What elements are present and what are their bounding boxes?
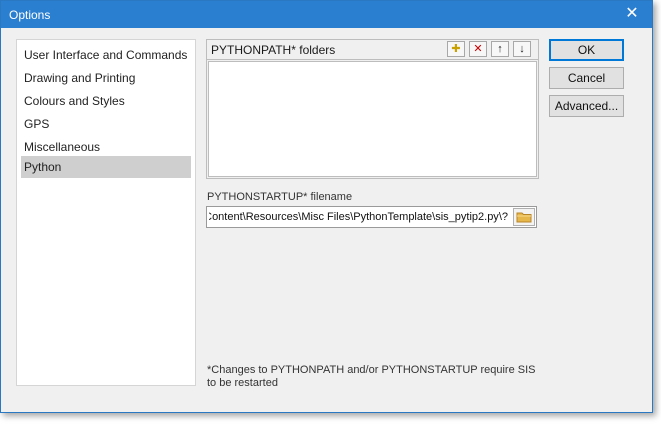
delete-folder-button[interactable]: ✕ xyxy=(469,41,487,57)
browse-button[interactable] xyxy=(513,208,535,226)
pythonpath-header: PYTHONPATH* folders ✚ ✕ ↑ ↓ xyxy=(207,40,538,60)
nav-item-user-interface[interactable]: User Interface and Commands xyxy=(21,44,191,66)
move-down-icon: ↓ xyxy=(519,42,525,55)
title-bar[interactable]: Options ✕ xyxy=(1,1,652,28)
options-dialog: Options ✕ User Interface and Commands Dr… xyxy=(0,0,653,413)
pythonpath-folder-list[interactable] xyxy=(208,61,537,177)
cancel-button[interactable]: Cancel xyxy=(549,67,624,89)
nav-item-python[interactable]: Python xyxy=(21,156,191,178)
pythonpath-title: PYTHONPATH* folders xyxy=(211,43,336,57)
add-folder-icon: ✚ xyxy=(451,42,461,55)
window-title: Options xyxy=(9,7,51,22)
nav-item-gps[interactable]: GPS xyxy=(21,113,191,135)
folder-icon xyxy=(516,212,532,223)
options-category-list: User Interface and Commands Drawing and … xyxy=(16,39,196,386)
move-down-button[interactable]: ↓ xyxy=(513,41,531,57)
delete-icon: ✕ xyxy=(473,42,483,55)
pythonstartup-label: PYTHONSTARTUP* filename xyxy=(207,191,353,203)
nav-item-drawing-printing[interactable]: Drawing and Printing xyxy=(21,67,191,89)
move-up-icon: ↑ xyxy=(497,42,503,55)
pythonpath-panel: PYTHONPATH* folders ✚ ✕ ↑ ↓ xyxy=(206,39,539,179)
ok-button[interactable]: OK xyxy=(549,39,624,61)
close-icon: ✕ xyxy=(625,5,639,22)
nav-item-miscellaneous[interactable]: Miscellaneous xyxy=(21,136,191,158)
nav-item-colours-styles[interactable]: Colours and Styles xyxy=(21,90,191,112)
pythonstartup-input[interactable] xyxy=(207,207,510,227)
restart-note: *Changes to PYTHONPATH and/or PYTHONSTAR… xyxy=(207,364,536,389)
move-up-button[interactable]: ↑ xyxy=(491,41,509,57)
advanced-button[interactable]: Advanced... xyxy=(549,95,624,117)
add-folder-button[interactable]: ✚ xyxy=(447,41,465,57)
close-button[interactable]: ✕ xyxy=(622,4,642,24)
pythonstartup-field xyxy=(206,206,537,228)
